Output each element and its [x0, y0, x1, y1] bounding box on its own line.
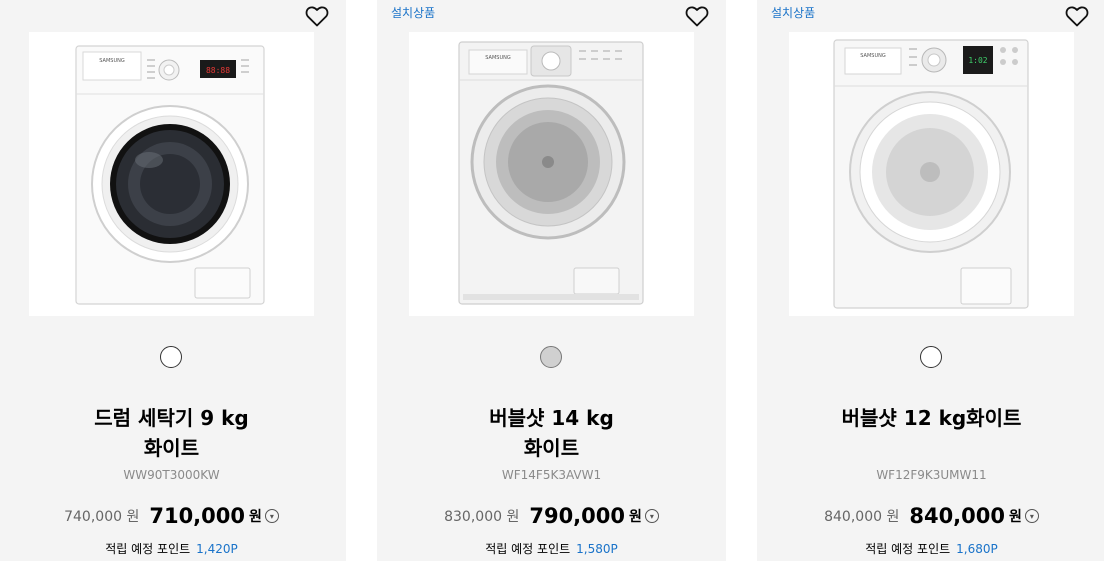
product-grid: SAMSUNG 88:88 드럼 세탁기 9 kg 화이트 WW90T3000K… [0, 0, 1104, 561]
price-row: 830,000 원 790,000 원 ▾ [377, 504, 726, 528]
chevron-down-circle-icon[interactable]: ▾ [264, 509, 279, 523]
wishlist-heart-icon[interactable] [1065, 5, 1089, 27]
product-card[interactable]: 설치상품 SAMSUNG 버블샷 14 kg 화이트 WF14F5K3AVW1 … [377, 0, 726, 561]
points-label: 적립 예정 포인트 [485, 542, 571, 556]
reward-points: 적립 예정 포인트 1,580P [377, 540, 726, 557]
color-swatch[interactable] [160, 346, 182, 368]
points-value: 1,420P [196, 542, 238, 556]
currency-unit: 원 [1009, 509, 1022, 525]
front-load-washer-illustration: SAMSUNG 88:88 [75, 45, 265, 305]
model-code: WF12F9K3UMW11 [876, 468, 987, 482]
brand-logo: SAMSUNG [860, 53, 886, 59]
color-swatch[interactable] [540, 346, 562, 368]
product-image[interactable]: SAMSUNG 88:88 [29, 32, 314, 316]
product-image[interactable]: SAMSUNG 1:02 [789, 32, 1074, 316]
points-value: 1,580P [576, 542, 618, 556]
install-badge: 설치상품 [771, 6, 816, 20]
washer-display: 1:02 [968, 56, 987, 65]
product-card[interactable]: SAMSUNG 88:88 드럼 세탁기 9 kg 화이트 WW90T3000K… [0, 0, 346, 561]
brand-logo: SAMSUNG [99, 58, 125, 64]
sale-price: 790,000 [529, 504, 625, 528]
wishlist-heart-icon[interactable] [685, 5, 709, 27]
sale-price: 840,000 [909, 504, 1005, 528]
currency-unit: 원 [249, 509, 262, 525]
points-label: 적립 예정 포인트 [105, 542, 191, 556]
original-price: 840,000 원 [824, 509, 900, 525]
sale-price: 710,000 [149, 504, 245, 528]
price-row: 740,000 원 710,000 원 ▾ [0, 504, 346, 528]
brand-logo: SAMSUNG [485, 55, 511, 61]
original-price: 740,000 원 [64, 509, 140, 525]
front-load-washer-illustration: SAMSUNG [458, 41, 644, 305]
front-load-washer-illustration: SAMSUNG 1:02 [833, 39, 1029, 309]
points-label: 적립 예정 포인트 [865, 542, 951, 556]
washer-display: 88:88 [206, 66, 230, 75]
chevron-down-circle-icon[interactable]: ▾ [644, 509, 659, 523]
wishlist-heart-icon[interactable] [305, 5, 329, 27]
reward-points: 적립 예정 포인트 1,680P [757, 540, 1104, 557]
product-name[interactable]: 버블샷 12 kg화이트 [777, 403, 1086, 433]
model-code: WF14F5K3AVW1 [501, 468, 602, 482]
product-name[interactable]: 드럼 세탁기 9 kg 화이트 [17, 403, 326, 463]
chevron-down-circle-icon[interactable]: ▾ [1024, 509, 1039, 523]
original-price: 830,000 원 [444, 509, 520, 525]
points-value: 1,680P [956, 542, 998, 556]
currency-unit: 원 [629, 509, 642, 525]
reward-points: 적립 예정 포인트 1,420P [0, 540, 346, 557]
model-code: WW90T3000KW [123, 468, 220, 482]
price-row: 840,000 원 840,000 원 ▾ [757, 504, 1104, 528]
color-swatch[interactable] [920, 346, 942, 368]
product-name[interactable]: 버블샷 14 kg 화이트 [397, 403, 706, 463]
product-image[interactable]: SAMSUNG [409, 32, 694, 316]
product-card[interactable]: 설치상품 SAMSUNG 1:02 버블샷 12 kg화이트 WF12F9K3U… [757, 0, 1104, 561]
install-badge: 설치상품 [391, 6, 436, 20]
